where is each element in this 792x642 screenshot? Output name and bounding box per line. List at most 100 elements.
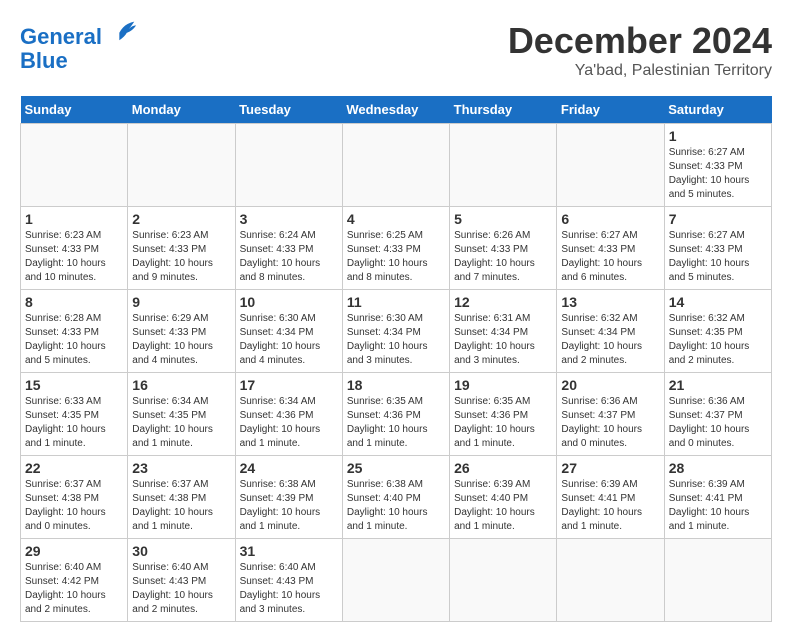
calendar-cell: 25Sunrise: 6:38 AMSunset: 4:40 PMDayligh…	[342, 456, 449, 539]
calendar-cell: 11 Sunrise: 6:30 AMSunset: 4:34 PMDayligh…	[342, 290, 449, 373]
day-number: 17	[240, 377, 338, 393]
day-number: 10	[240, 294, 338, 310]
calendar-cell: 31 Sunrise: 6:40 AMSunset: 4:43 PMDayligh…	[235, 539, 342, 622]
calendar-cell	[342, 539, 449, 622]
day-number: 24	[240, 460, 338, 476]
calendar-header-friday: Friday	[557, 96, 664, 124]
day-info: Sunrise: 6:33 AMSunset: 4:35 PMDaylight:…	[25, 395, 123, 451]
day-number: 1	[25, 211, 123, 227]
calendar-header-tuesday: Tuesday	[235, 96, 342, 124]
day-info: Sunrise: 6:26 AMSunset: 4:33 PMDaylight:…	[454, 229, 552, 285]
day-info: Sunrise: 6:35 AMSunset: 4:36 PMDaylight:…	[454, 395, 552, 451]
day-number: 18	[347, 377, 445, 393]
calendar-week-row: 22 Sunrise: 6:37 AMSunset: 4:38 PMDayligh…	[21, 456, 772, 539]
calendar-cell: 10 Sunrise: 6:30 AMSunset: 4:34 PMDayligh…	[235, 290, 342, 373]
day-info: Sunrise: 6:27 AMSunset: 4:33 PMDaylight:…	[561, 229, 659, 285]
calendar-cell: 8 Sunrise: 6:28 AMSunset: 4:33 PMDaylight…	[21, 290, 128, 373]
day-info: Sunrise: 6:28 AMSunset: 4:33 PMDaylight:…	[25, 312, 123, 368]
calendar-cell: 7Sunrise: 6:27 AMSunset: 4:33 PMDaylight…	[664, 207, 771, 290]
day-number: 14	[669, 294, 767, 310]
calendar-header-wednesday: Wednesday	[342, 96, 449, 124]
calendar-cell: 18Sunrise: 6:35 AMSunset: 4:36 PMDayligh…	[342, 373, 449, 456]
day-info: Sunrise: 6:37 AMSunset: 4:38 PMDaylight:…	[25, 478, 123, 534]
calendar-header-sunday: Sunday	[21, 96, 128, 124]
calendar-cell: 28 Sunrise: 6:39 AMSunset: 4:41 PMDayligh…	[664, 456, 771, 539]
day-number: 12	[454, 294, 552, 310]
calendar-cell: 12Sunrise: 6:31 AMSunset: 4:34 PMDayligh…	[450, 290, 557, 373]
calendar-cell: 3Sunrise: 6:24 AMSunset: 4:33 PMDaylight…	[235, 207, 342, 290]
day-number: 15	[25, 377, 123, 393]
day-info: Sunrise: 6:39 AMSunset: 4:40 PMDaylight:…	[454, 478, 552, 534]
calendar-cell: 2 Sunrise: 6:23 AMSunset: 4:33 PMDaylight…	[128, 207, 235, 290]
day-info: Sunrise: 6:40 AMSunset: 4:43 PMDaylight:…	[132, 561, 230, 617]
logo-text: General	[20, 20, 138, 49]
day-number: 21	[669, 377, 767, 393]
day-info: Sunrise: 6:39 AMSunset: 4:41 PMDaylight:…	[561, 478, 659, 534]
day-info: Sunrise: 6:23 AMSunset: 4:33 PMDaylight:…	[25, 229, 123, 285]
logo-text-blue: Blue	[20, 49, 138, 73]
day-info: Sunrise: 6:34 AMSunset: 4:36 PMDaylight:…	[240, 395, 338, 451]
calendar-cell	[235, 124, 342, 207]
calendar-header-saturday: Saturday	[664, 96, 771, 124]
day-number: 16	[132, 377, 230, 393]
day-number: 8	[25, 294, 123, 310]
day-number: 25	[347, 460, 445, 476]
day-info: Sunrise: 6:30 AMSunset: 4:34 PMDaylight:…	[240, 312, 338, 368]
calendar-table: SundayMondayTuesdayWednesdayThursdayFrid…	[20, 96, 772, 622]
day-info: Sunrise: 6:32 AMSunset: 4:34 PMDaylight:…	[561, 312, 659, 368]
calendar-cell: 21 Sunrise: 6:36 AMSunset: 4:37 PMDayligh…	[664, 373, 771, 456]
day-number: 28	[669, 460, 767, 476]
calendar-week-row: 15 Sunrise: 6:33 AMSunset: 4:35 PMDayligh…	[21, 373, 772, 456]
day-number: 27	[561, 460, 659, 476]
day-info: Sunrise: 6:32 AMSunset: 4:35 PMDaylight:…	[669, 312, 767, 368]
day-number: 22	[25, 460, 123, 476]
day-number: 4	[347, 211, 445, 227]
calendar-cell	[664, 539, 771, 622]
calendar-cell	[450, 539, 557, 622]
day-info: Sunrise: 6:27 AMSunset: 4:33 PMDaylight:…	[669, 146, 767, 202]
day-number: 5	[454, 211, 552, 227]
day-number: 13	[561, 294, 659, 310]
day-info: Sunrise: 6:36 AMSunset: 4:37 PMDaylight:…	[669, 395, 767, 451]
calendar-cell	[557, 539, 664, 622]
page-header: General Blue December 2024 Ya'bad, Pales…	[20, 20, 772, 80]
day-number: 29	[25, 543, 123, 559]
calendar-cell: 27 Sunrise: 6:39 AMSunset: 4:41 PMDayligh…	[557, 456, 664, 539]
day-number: 11	[347, 294, 445, 310]
title-block: December 2024 Ya'bad, Palestinian Territ…	[508, 20, 772, 80]
calendar-cell	[21, 124, 128, 207]
day-info: Sunrise: 6:39 AMSunset: 4:41 PMDaylight:…	[669, 478, 767, 534]
day-number: 6	[561, 211, 659, 227]
day-info: Sunrise: 6:38 AMSunset: 4:39 PMDaylight:…	[240, 478, 338, 534]
calendar-cell: 9Sunrise: 6:29 AMSunset: 4:33 PMDaylight…	[128, 290, 235, 373]
calendar-cell: 6 Sunrise: 6:27 AMSunset: 4:33 PMDaylight…	[557, 207, 664, 290]
day-number: 1	[669, 128, 767, 144]
day-info: Sunrise: 6:40 AMSunset: 4:43 PMDaylight:…	[240, 561, 338, 617]
calendar-cell: 24 Sunrise: 6:38 AMSunset: 4:39 PMDayligh…	[235, 456, 342, 539]
calendar-cell: 26Sunrise: 6:39 AMSunset: 4:40 PMDayligh…	[450, 456, 557, 539]
calendar-cell: 15 Sunrise: 6:33 AMSunset: 4:35 PMDayligh…	[21, 373, 128, 456]
calendar-cell: 17 Sunrise: 6:34 AMSunset: 4:36 PMDayligh…	[235, 373, 342, 456]
day-number: 20	[561, 377, 659, 393]
calendar-cell: 29Sunrise: 6:40 AMSunset: 4:42 PMDayligh…	[21, 539, 128, 622]
calendar-cell: 30 Sunrise: 6:40 AMSunset: 4:43 PMDayligh…	[128, 539, 235, 622]
month-title: December 2024	[508, 20, 772, 62]
logo-bird-icon	[110, 16, 138, 44]
calendar-week-row: 1 Sunrise: 6:23 AMSunset: 4:33 PMDaylight…	[21, 207, 772, 290]
calendar-cell: 14 Sunrise: 6:32 AMSunset: 4:35 PMDayligh…	[664, 290, 771, 373]
calendar-cell	[557, 124, 664, 207]
day-info: Sunrise: 6:27 AMSunset: 4:33 PMDaylight:…	[669, 229, 767, 285]
day-number: 2	[132, 211, 230, 227]
calendar-week-row: 29Sunrise: 6:40 AMSunset: 4:42 PMDayligh…	[21, 539, 772, 622]
calendar-header-row: SundayMondayTuesdayWednesdayThursdayFrid…	[21, 96, 772, 124]
day-number: 23	[132, 460, 230, 476]
day-info: Sunrise: 6:37 AMSunset: 4:38 PMDaylight:…	[132, 478, 230, 534]
day-info: Sunrise: 6:30 AMSunset: 4:34 PMDaylight:…	[347, 312, 445, 368]
calendar-header-monday: Monday	[128, 96, 235, 124]
day-number: 31	[240, 543, 338, 559]
calendar-cell	[450, 124, 557, 207]
day-info: Sunrise: 6:23 AMSunset: 4:33 PMDaylight:…	[132, 229, 230, 285]
day-number: 9	[132, 294, 230, 310]
day-number: 30	[132, 543, 230, 559]
calendar-cell: 5 Sunrise: 6:26 AMSunset: 4:33 PMDaylight…	[450, 207, 557, 290]
